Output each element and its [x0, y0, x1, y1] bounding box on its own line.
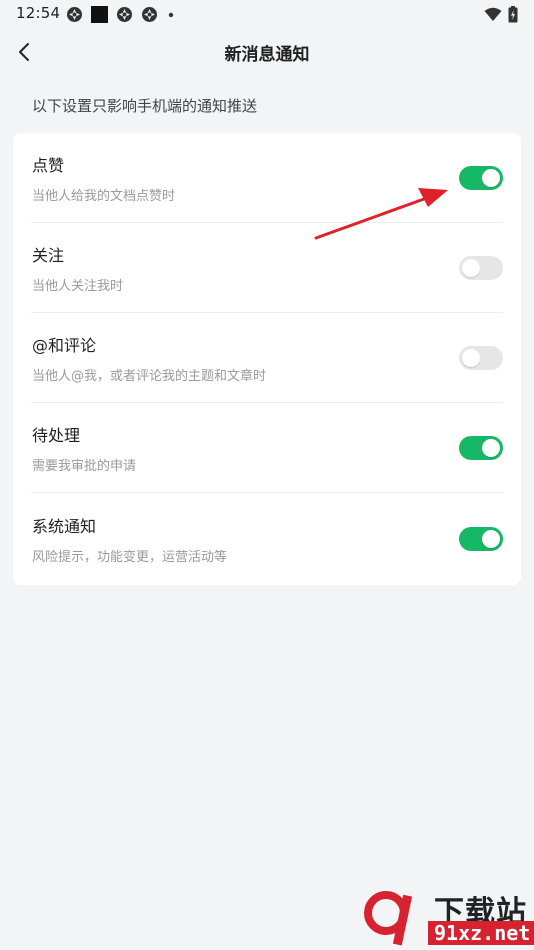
divider [31, 492, 503, 493]
notification-icons [66, 5, 176, 23]
watermark: 下载站 91xz.net [364, 885, 534, 950]
toggle-knob [462, 259, 480, 277]
setting-description: 需要我审批的申请 [32, 459, 137, 474]
system-icons [484, 5, 518, 23]
wifi-icon [484, 7, 502, 21]
more-dot-icon [168, 12, 174, 17]
setting-row-follow: 关注 当他人关注我时 [13, 223, 521, 313]
battery-icon [508, 5, 518, 22]
setting-description: 当他人关注我时 [32, 279, 124, 294]
setting-row-pending: 待处理 需要我审批的申请 [13, 403, 521, 493]
section-hint: 以下设置只影响手机端的通知推送 [32, 97, 258, 115]
setting-title: 系统通知 [32, 517, 97, 536]
watermark-logo-icon [364, 891, 413, 946]
setting-row-mentions-comments: @和评论 当他人@我，或者评论我的主题和文章时 [13, 313, 521, 403]
pending-toggle[interactable] [459, 436, 503, 460]
aperture-icon [117, 6, 132, 22]
setting-row-system: 系统通知 风险提示，功能变更，运营活动等 [13, 494, 521, 584]
setting-description: 当他人给我的文档点赞时 [32, 189, 176, 204]
toggle-knob [482, 169, 500, 187]
settings-card: 点赞 当他人给我的文档点赞时 关注 当他人关注我时 @和评论 当他人@我，或者评… [13, 133, 521, 585]
toggle-knob [482, 530, 500, 548]
setting-description: 风险提示，功能变更，运营活动等 [32, 550, 228, 565]
setting-title: 待处理 [32, 426, 81, 445]
mentions-comments-toggle[interactable] [459, 346, 503, 370]
toggle-knob [462, 349, 480, 367]
nav-bar: 新消息通知 [0, 28, 534, 76]
aperture-icon [142, 6, 157, 22]
watermark-url: 91xz.net [428, 921, 534, 945]
setting-description: 当他人@我，或者评论我的主题和文章时 [32, 369, 267, 384]
setting-row-likes: 点赞 当他人给我的文档点赞时 [13, 133, 521, 223]
follow-toggle[interactable] [459, 256, 503, 280]
likes-toggle[interactable] [459, 166, 503, 190]
setting-title: 点赞 [32, 156, 65, 175]
status-bar: 12:54 [0, 0, 534, 28]
system-toggle[interactable] [459, 527, 503, 551]
toggle-knob [482, 439, 500, 457]
status-time: 12:54 [16, 4, 61, 22]
black-square-icon [91, 5, 108, 23]
aperture-icon [67, 6, 82, 22]
page-title: 新消息通知 [224, 45, 310, 65]
setting-title: 关注 [32, 246, 65, 265]
setting-title: @和评论 [32, 336, 97, 355]
